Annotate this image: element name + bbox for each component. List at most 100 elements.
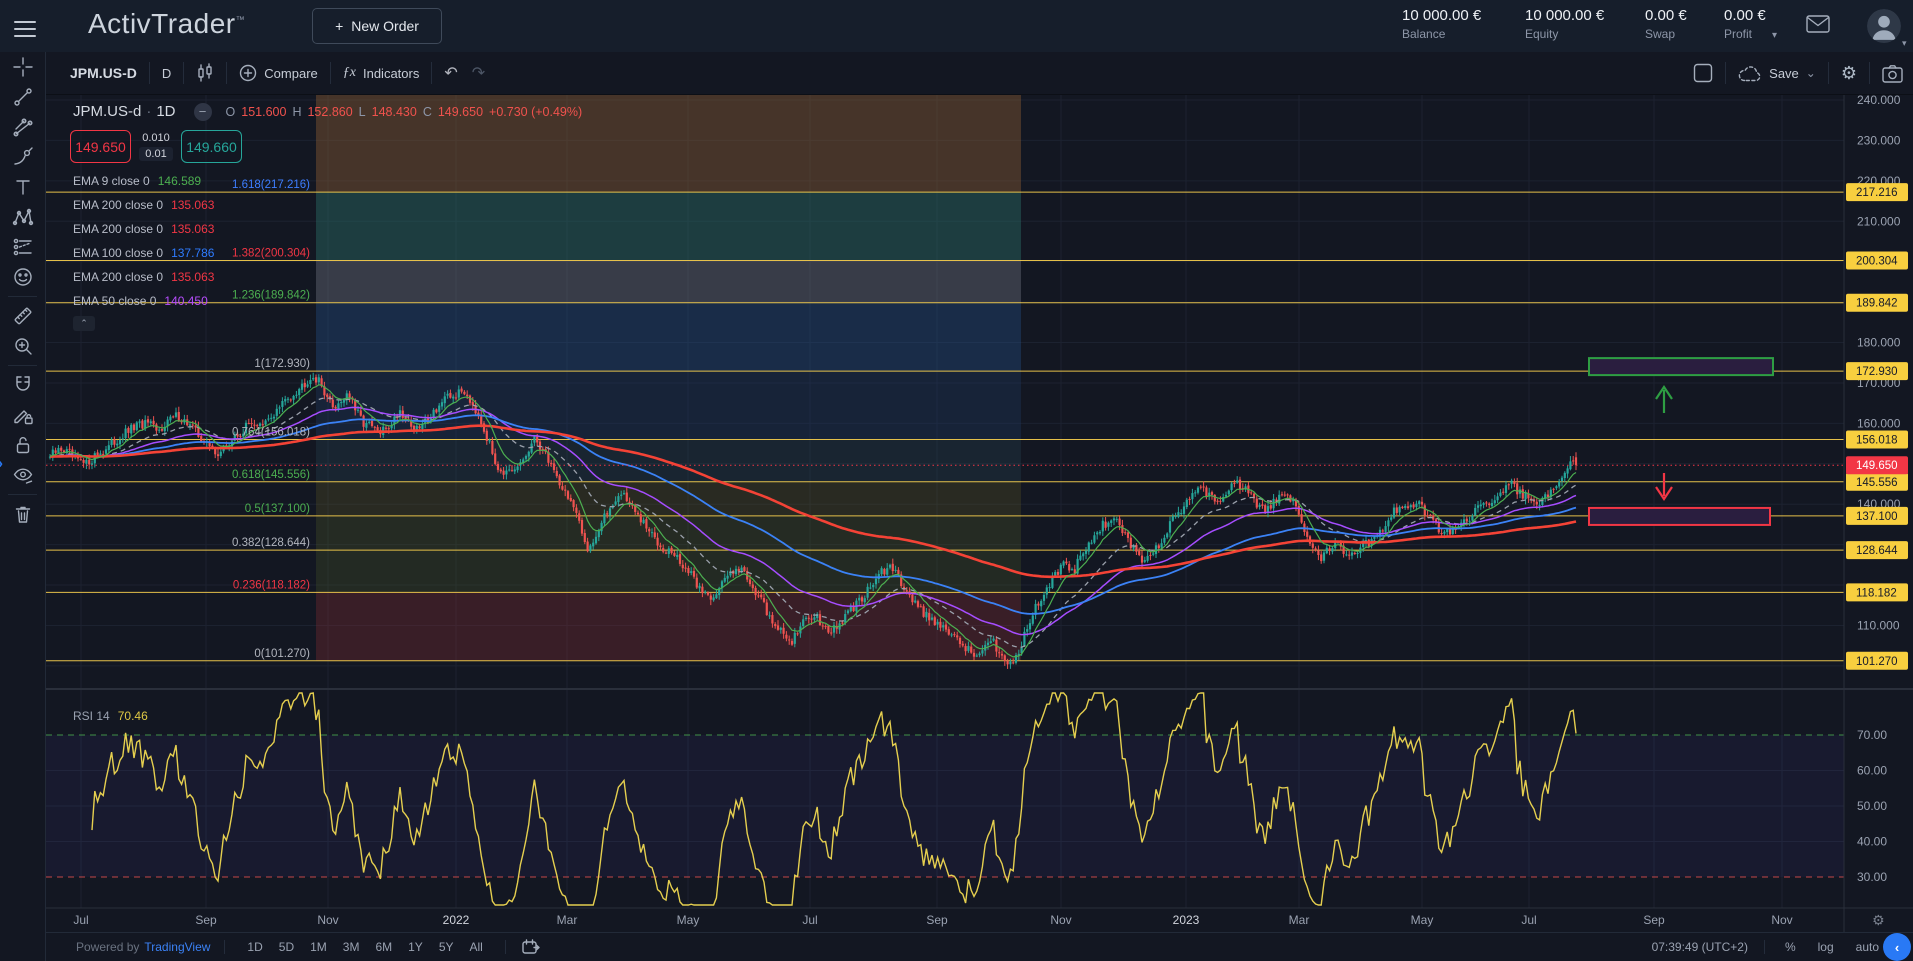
range-1y-button[interactable]: 1Y bbox=[408, 940, 423, 954]
svg-text:210.000: 210.000 bbox=[1857, 214, 1901, 228]
goto-date-button[interactable] bbox=[522, 939, 540, 955]
avatar[interactable] bbox=[1867, 9, 1901, 43]
avatar-caret-icon[interactable]: ▾ bbox=[1902, 38, 1907, 49]
tradingview-link[interactable]: TradingView bbox=[144, 940, 210, 954]
indicators-button[interactable]: ƒx Indicators bbox=[343, 65, 420, 81]
arrow-up-drawing[interactable] bbox=[1656, 387, 1672, 413]
svg-text:2022: 2022 bbox=[443, 913, 470, 927]
gann-fib-tool[interactable] bbox=[0, 112, 46, 142]
arrow-down-drawing[interactable] bbox=[1656, 473, 1672, 499]
indicator-row[interactable]: EMA 200 close 0135.063 bbox=[73, 222, 214, 236]
svg-text:118.182: 118.182 bbox=[1856, 587, 1897, 599]
range-1d-button[interactable]: 1D bbox=[247, 940, 262, 954]
text-tool[interactable] bbox=[0, 172, 46, 202]
save-caret-icon: ⌄ bbox=[1806, 66, 1816, 80]
chevron-left-icon: ‹ bbox=[1895, 940, 1899, 955]
remove-drawings-trash-tool[interactable] bbox=[0, 499, 46, 529]
topbar: ActivTrader™ + New Order 10 000.00 €Bala… bbox=[0, 0, 1913, 52]
svg-text:200.304: 200.304 bbox=[1856, 255, 1898, 267]
legend-symbol[interactable]: JPM.US-d bbox=[73, 103, 141, 120]
svg-text:Jul: Jul bbox=[1521, 913, 1536, 927]
svg-text:0.382(128.644): 0.382(128.644) bbox=[232, 537, 310, 549]
sell-bid-button[interactable]: 149.650 bbox=[70, 130, 131, 163]
legend-change: +0.730 (+0.49%) bbox=[489, 105, 582, 119]
hide-drawings-eye-tool[interactable] bbox=[0, 460, 46, 490]
indicator-row[interactable]: EMA 50 close 0140.450 bbox=[73, 294, 208, 308]
auto-scale-button[interactable]: auto bbox=[1856, 940, 1879, 954]
collapse-indicators-button[interactable]: ⌃ bbox=[73, 316, 95, 331]
magnet-tool[interactable] bbox=[0, 370, 46, 400]
indicator-row[interactable]: EMA 200 close 0135.063 bbox=[73, 198, 214, 212]
svg-text:0.5(137.100): 0.5(137.100) bbox=[245, 503, 310, 515]
account-caret-icon[interactable]: ▾ bbox=[1772, 30, 1777, 41]
crosshair-tool[interactable] bbox=[0, 52, 46, 82]
forecast-tool[interactable] bbox=[0, 232, 46, 262]
svg-text:1.382(200.304): 1.382(200.304) bbox=[232, 247, 310, 259]
indicator-row[interactable]: EMA 200 close 0135.063 bbox=[73, 270, 214, 284]
svg-text:145.556: 145.556 bbox=[1856, 477, 1898, 489]
compare-button[interactable]: Compare bbox=[239, 64, 317, 82]
svg-text:0(101.270): 0(101.270) bbox=[254, 648, 310, 660]
percent-scale-button[interactable]: % bbox=[1785, 940, 1796, 954]
svg-text:Sep: Sep bbox=[195, 913, 217, 927]
collapse-panel-button[interactable]: ‹ bbox=[1883, 933, 1911, 961]
swap-display: 0.00 €Swap bbox=[1645, 7, 1687, 41]
svg-text:0.236(118.182): 0.236(118.182) bbox=[233, 579, 310, 591]
legend-collapse-icon[interactable]: − bbox=[194, 103, 212, 121]
buy-zone-rectangle[interactable] bbox=[1589, 358, 1773, 375]
svg-text:172.930: 172.930 bbox=[1856, 366, 1898, 378]
svg-text:May: May bbox=[677, 913, 700, 927]
range-6m-button[interactable]: 6M bbox=[375, 940, 392, 954]
rsi-legend[interactable]: RSI 1470.46 bbox=[73, 709, 148, 723]
xabcd-pattern-tool[interactable] bbox=[0, 202, 46, 232]
indicator-row[interactable]: EMA 9 close 0146.589 bbox=[73, 174, 201, 188]
save-button[interactable]: Save ⌄ bbox=[1738, 65, 1816, 82]
price-chart[interactable]: 1.618(217.216)1.382(200.304)1.236(189.84… bbox=[0, 0, 1913, 961]
svg-text:60.00: 60.00 bbox=[1857, 764, 1887, 778]
settings-gear-icon[interactable]: ⚙ bbox=[1841, 63, 1857, 84]
balance-display: 10 000.00 €Balance bbox=[1402, 7, 1481, 41]
axis-settings-gear-icon[interactable]: ⚙ bbox=[1872, 912, 1885, 928]
log-scale-button[interactable]: log bbox=[1818, 940, 1834, 954]
mail-icon[interactable] bbox=[1806, 15, 1830, 34]
panel-expand-chevron-icon[interactable]: › bbox=[0, 455, 3, 472]
new-order-button[interactable]: + New Order bbox=[312, 8, 442, 44]
range-all-button[interactable]: All bbox=[470, 940, 483, 954]
emoji-tool[interactable] bbox=[0, 262, 46, 292]
interval-button[interactable]: D bbox=[162, 66, 171, 81]
clock-display[interactable]: 07:39:49 (UTC+2) bbox=[1652, 940, 1748, 954]
svg-text:Nov: Nov bbox=[1771, 913, 1792, 927]
range-3m-button[interactable]: 3M bbox=[343, 940, 360, 954]
screenshot-button[interactable] bbox=[1882, 64, 1903, 83]
svg-text:40.00: 40.00 bbox=[1857, 835, 1887, 849]
drawing-toolbar bbox=[0, 52, 46, 961]
undo-button[interactable]: ↶ bbox=[444, 63, 457, 83]
layout-button[interactable] bbox=[1693, 63, 1713, 83]
symbol-button[interactable]: JPM.US-D bbox=[70, 65, 137, 81]
indicator-row[interactable]: EMA 100 close 0137.786 bbox=[73, 246, 214, 260]
ema-row-value-3: 137.786 bbox=[171, 246, 214, 260]
candlestick-icon bbox=[196, 63, 214, 83]
range-5d-button[interactable]: 5D bbox=[279, 940, 294, 954]
cloud-icon bbox=[1738, 65, 1762, 82]
svg-text:0.764(156.018): 0.764(156.018) bbox=[232, 426, 310, 438]
svg-text:Sep: Sep bbox=[1643, 913, 1665, 927]
trendline-tool[interactable] bbox=[0, 82, 46, 112]
svg-text:2023: 2023 bbox=[1173, 913, 1200, 927]
brush-tool[interactable] bbox=[0, 142, 46, 172]
layout-square-icon bbox=[1693, 63, 1713, 83]
range-5y-button[interactable]: 5Y bbox=[439, 940, 454, 954]
sell-zone-rectangle[interactable] bbox=[1589, 508, 1770, 525]
chart-style-button[interactable] bbox=[196, 63, 214, 83]
measure-tool[interactable] bbox=[0, 301, 46, 331]
redo-button[interactable]: ↷ bbox=[472, 63, 485, 83]
svg-text:101.270: 101.270 bbox=[1856, 656, 1898, 668]
quote-panel: 149.650 0.010 0.01 149.660 bbox=[70, 130, 242, 163]
buy-ask-button[interactable]: 149.660 bbox=[181, 130, 242, 163]
lock-all-tool[interactable] bbox=[0, 430, 46, 460]
range-1m-button[interactable]: 1M bbox=[310, 940, 327, 954]
menu-icon[interactable] bbox=[14, 16, 36, 34]
app-logo: ActivTrader™ bbox=[88, 8, 245, 40]
zoom-in-tool[interactable] bbox=[0, 331, 46, 361]
drawing-mode-lock-tool[interactable] bbox=[0, 400, 46, 430]
